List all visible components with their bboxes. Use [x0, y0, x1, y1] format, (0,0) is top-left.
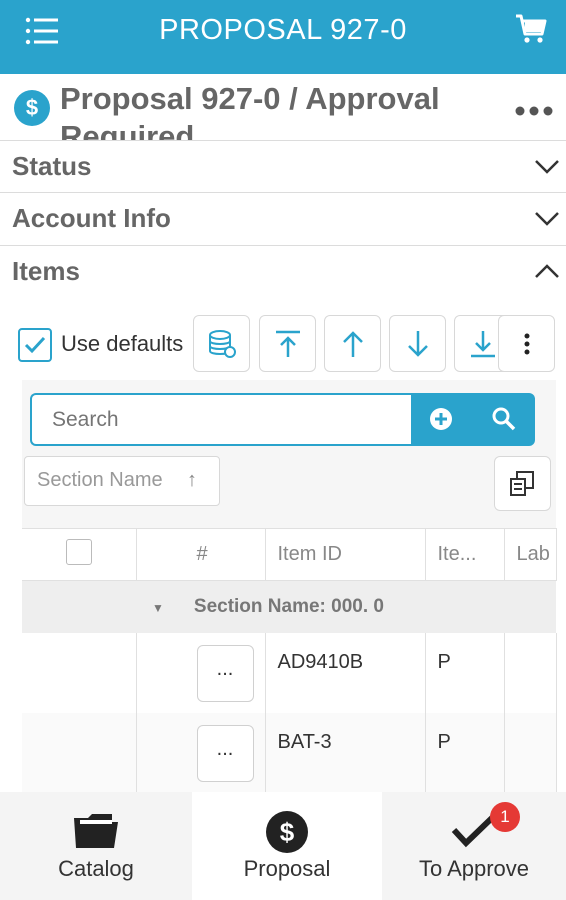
group-row[interactable]: ▼ Section Name: 000. 0: [22, 580, 556, 633]
column-chooser-icon: [510, 471, 534, 496]
nav-proposal-label: Proposal: [243, 856, 331, 881]
dollar-icon: $: [266, 811, 308, 853]
move-top-button[interactable]: [259, 315, 316, 372]
column-header-label: #: [196, 543, 208, 565]
row-action-cell: ...: [136, 712, 266, 793]
add-icon[interactable]: [429, 407, 453, 431]
move-up-button[interactable]: [324, 315, 381, 372]
chevron-down-icon: [535, 212, 559, 226]
sort-chip-section-name[interactable]: Section Name ↑: [24, 456, 220, 506]
item-type-cell: P: [425, 712, 505, 793]
page-title: Proposal 927-0 / Approval Required: [60, 81, 440, 140]
database-button[interactable]: [193, 315, 250, 372]
chevron-up-icon: [535, 264, 559, 278]
column-header-label-col[interactable]: Lab: [504, 528, 557, 581]
nav-to-approve[interactable]: 1 To Approve: [382, 792, 566, 900]
section-status[interactable]: Status: [0, 140, 566, 192]
section-items-label: Items: [12, 256, 80, 286]
search-input[interactable]: [32, 395, 412, 444]
select-all-cell: [22, 528, 137, 581]
move-down-button[interactable]: [389, 315, 446, 372]
bottom-navigation: Catalog $ Proposal 1 To Approve: [0, 792, 566, 900]
section-account-info[interactable]: Account Info: [0, 192, 566, 244]
proposal-header: $ Proposal 927-0 / Approval Required: [0, 74, 566, 140]
label-cell: [504, 632, 557, 713]
section-account-label: Account Info: [12, 203, 171, 233]
search-field[interactable]: [30, 393, 412, 446]
dollar-icon: $: [14, 90, 50, 126]
column-header-label: Item ID: [277, 543, 342, 565]
search-actions: [411, 393, 535, 446]
nav-proposal[interactable]: $ Proposal: [192, 792, 382, 900]
chevron-down-icon: [535, 160, 559, 174]
column-header-item-id[interactable]: Item ID: [265, 528, 426, 581]
database-icon: [209, 330, 236, 358]
select-all-checkbox[interactable]: [66, 538, 92, 565]
sort-ascending-icon: ↑: [187, 469, 197, 491]
table-header-row: # Item ID Ite... Lab: [22, 528, 557, 581]
use-defaults-checkbox[interactable]: [18, 328, 52, 362]
row-more-button[interactable]: ...: [196, 644, 254, 702]
toolbar-more-button[interactable]: [498, 315, 555, 372]
column-header-number[interactable]: #: [136, 528, 266, 581]
column-header-label: Ite...: [437, 543, 477, 565]
app-title: PROPOSAL 927-0: [159, 14, 407, 46]
app-bar: PROPOSAL 927-0: [0, 0, 566, 74]
row-select-cell: [22, 712, 137, 793]
move-up-icon: [343, 331, 363, 357]
svg-text:$: $: [280, 817, 295, 847]
item-type-cell: P: [425, 632, 505, 713]
items-table: # Item ID Ite... Lab ▼ Section Name: 000.…: [22, 528, 557, 793]
use-defaults-label: Use defaults: [61, 331, 184, 356]
move-bottom-icon: [471, 331, 495, 358]
table-row[interactable]: ... AD9410B P: [22, 632, 557, 713]
more-horizontal-icon[interactable]: [514, 104, 554, 118]
section-status-label: Status: [12, 151, 92, 181]
row-action-cell: ...: [136, 632, 266, 713]
move-down-icon: [408, 331, 428, 357]
check-icon: [24, 336, 46, 354]
label-cell: [504, 712, 557, 793]
row-select-cell: [22, 632, 137, 713]
table-row[interactable]: ... BAT-3 P: [22, 712, 557, 793]
more-vertical-icon: [524, 333, 530, 355]
item-id-cell: AD9410B: [265, 632, 426, 713]
nav-catalog[interactable]: Catalog: [0, 792, 192, 900]
row-more-button[interactable]: ...: [196, 724, 254, 782]
column-chooser-button[interactable]: [494, 456, 551, 511]
nav-to-approve-label: To Approve: [418, 856, 530, 881]
column-header-label: Lab: [516, 543, 550, 565]
column-header-item-type[interactable]: Ite...: [425, 528, 505, 581]
folder-icon: [74, 814, 118, 848]
move-top-icon: [276, 330, 300, 357]
group-label: Section Name: 000. 0: [193, 595, 384, 617]
sort-chip-label: Section Name: [37, 469, 163, 491]
cart-icon[interactable]: [514, 12, 548, 46]
nav-catalog-label: Catalog: [58, 856, 134, 881]
group-collapse-icon[interactable]: ▼: [152, 601, 164, 615]
section-items[interactable]: Items: [0, 245, 566, 297]
notification-badge: 1: [490, 802, 520, 832]
item-id-cell: BAT-3: [265, 712, 426, 793]
search-icon[interactable]: [491, 406, 517, 432]
